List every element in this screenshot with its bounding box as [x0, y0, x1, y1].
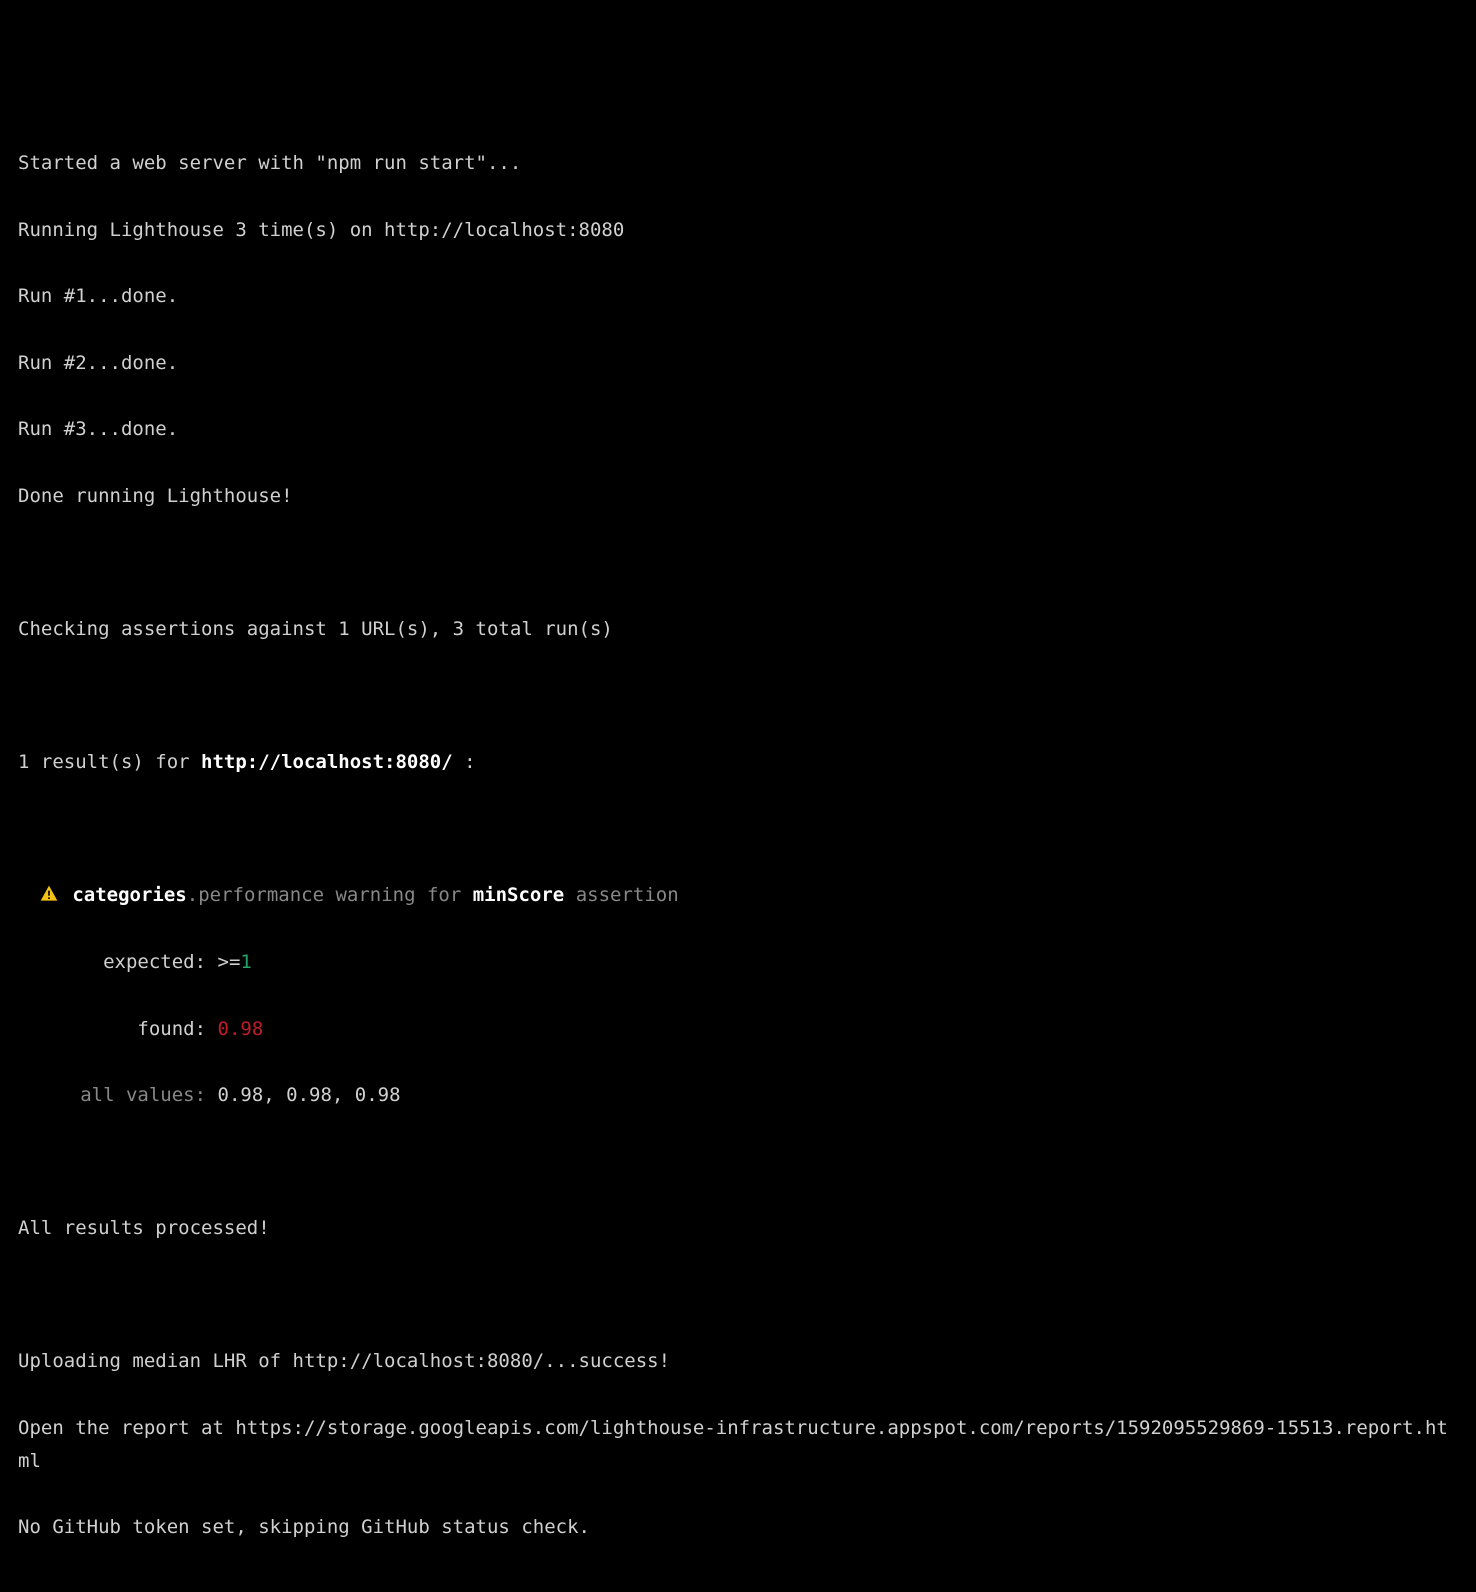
warn-minscore: minScore	[473, 884, 565, 906]
results-url: http://localhost:8080/	[201, 751, 453, 773]
log-line-open-report: Open the report at https://storage.googl…	[18, 1412, 1458, 1479]
log-line-started: Started a web server with "npm run start…	[18, 147, 1458, 180]
blank-line	[18, 1279, 1458, 1312]
log-line-run2: Run #2...done.	[18, 347, 1458, 380]
warn-allvalues: 0.98, 0.98, 0.98	[218, 1084, 401, 1106]
warn-allvalues-label: all values:	[18, 1079, 218, 1112]
blank-line	[18, 679, 1458, 712]
warning-line: categories.performance warning for minSc…	[18, 879, 1458, 913]
warn-allvalues-line: all values: 0.98, 0.98, 0.98	[18, 1079, 1458, 1112]
warning-icon	[39, 880, 59, 913]
warn-expected-label: expected:	[18, 946, 218, 979]
warn-expected-value: 1	[240, 951, 251, 973]
warn-categories: categories	[72, 884, 186, 906]
warn-middle: performance warning for	[198, 884, 473, 906]
blank-line	[18, 546, 1458, 579]
results-suffix: :	[453, 751, 476, 773]
warn-expected-op: >=	[218, 951, 241, 973]
log-line-checking: Checking assertions against 1 URL(s), 3 …	[18, 613, 1458, 646]
warn-expected-line: expected: >=1	[18, 946, 1458, 979]
results-prefix: 1 result(s) for	[18, 751, 201, 773]
log-line-run1: Run #1...done.	[18, 280, 1458, 313]
warn-found-value: 0.98	[218, 1018, 264, 1040]
log-line-run3: Run #3...done.	[18, 413, 1458, 446]
log-line-no-token: No GitHub token set, skipping GitHub sta…	[18, 1511, 1458, 1544]
warn-dot: .	[187, 884, 198, 906]
log-line-running: Running Lighthouse 3 time(s) on http://l…	[18, 214, 1458, 247]
log-line-done-running: Done running Lighthouse!	[18, 480, 1458, 513]
warn-found-label: found:	[18, 1013, 218, 1046]
log-line-results-for: 1 result(s) for http://localhost:8080/ :	[18, 746, 1458, 779]
blank-line	[18, 1146, 1458, 1179]
log-line-uploading: Uploading median LHR of http://localhost…	[18, 1345, 1458, 1378]
warn-suffix: assertion	[564, 884, 678, 906]
warn-found-line: found: 0.98	[18, 1013, 1458, 1046]
log-line-all-processed: All results processed!	[18, 1212, 1458, 1245]
blank-line	[18, 812, 1458, 845]
